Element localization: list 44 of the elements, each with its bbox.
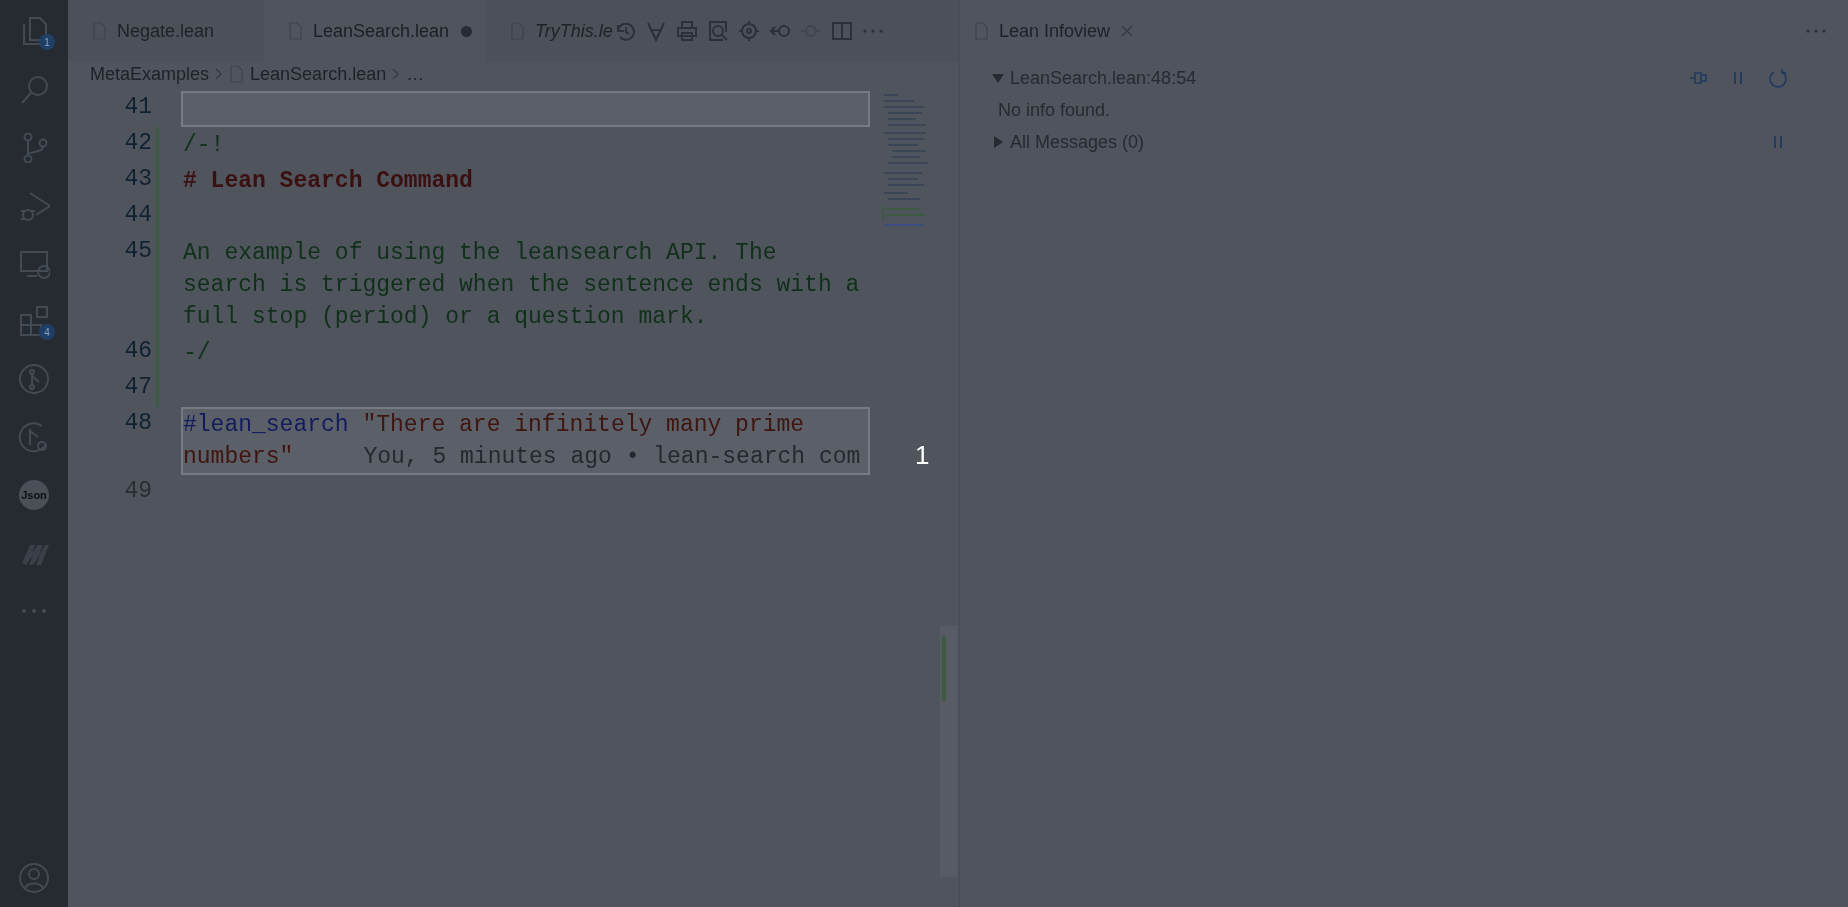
editor-tab[interactable]: LeanSearch.lean <box>264 0 486 62</box>
chevron-icon[interactable] <box>392 68 401 80</box>
git-search-icon[interactable] <box>18 421 50 453</box>
code-text: #lean_search <box>183 411 349 440</box>
forall-icon[interactable] <box>645 20 667 42</box>
line-number: 48 <box>123 409 153 438</box>
refresh-icon[interactable] <box>1768 68 1788 88</box>
json-button[interactable]: Json <box>19 480 49 510</box>
breadcrumb[interactable]: … <box>406 60 425 88</box>
disclosure-icon[interactable] <box>992 72 1004 84</box>
line-number: 44 <box>123 201 153 230</box>
line-number: 47 <box>123 373 153 402</box>
blame-annotation: You, 5 minutes ago • lean-search com <box>362 443 861 472</box>
chevron-icon[interactable] <box>215 68 224 80</box>
code-text: search is triggered when the sentence ends with a <box>183 271 860 300</box>
git-graph-icon[interactable] <box>18 363 50 395</box>
code-text: "There are infinitely many prime <box>361 411 805 440</box>
line-number: 41 <box>123 93 153 122</box>
history-icon[interactable] <box>614 20 636 42</box>
line-number: 42 <box>123 129 153 158</box>
code-text: -/ <box>183 339 211 368</box>
step-number: 1 <box>915 439 930 472</box>
more-icon[interactable] <box>1806 29 1826 33</box>
search-icon[interactable] <box>18 73 50 105</box>
code-text: /-! <box>183 131 225 160</box>
code-text: numbers" <box>183 443 294 472</box>
code-text: An example of using the leansearch API. The <box>183 239 777 268</box>
run-debug-icon[interactable] <box>18 189 50 221</box>
code-text: full stop (period) or a question mark. <box>183 303 708 332</box>
extensions-icon[interactable] <box>18 305 50 337</box>
line-number: 46 <box>123 337 153 366</box>
line-number: 43 <box>123 165 153 194</box>
close-icon[interactable] <box>1120 24 1135 38</box>
print-icon[interactable] <box>676 20 698 42</box>
line-number: 45 <box>123 237 153 266</box>
preview-search-icon[interactable] <box>707 20 729 42</box>
target-icon[interactable] <box>738 20 760 42</box>
code-text: # Lean Search Command <box>183 167 473 196</box>
split-editor-icon[interactable] <box>831 20 853 42</box>
disclosure-icon[interactable] <box>992 136 1004 148</box>
badge: 4 <box>39 324 55 340</box>
scrollbar[interactable] <box>940 626 958 877</box>
account-icon[interactable] <box>18 862 50 894</box>
badge: 1 <box>39 34 55 50</box>
